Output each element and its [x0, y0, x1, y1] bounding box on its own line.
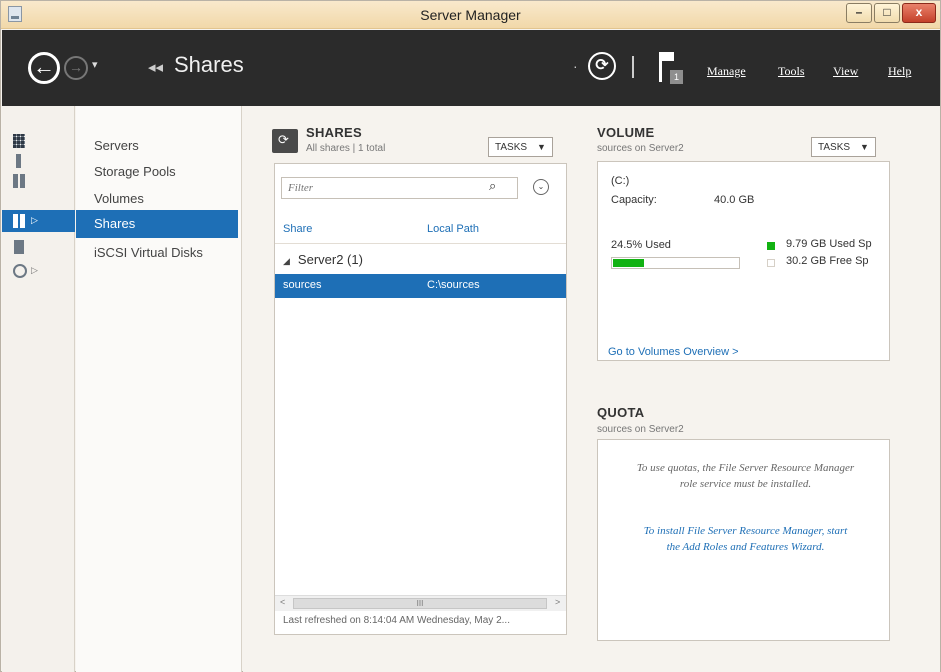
install-fsrm-link-line2[interactable]: the Add Roles and Features Wizard.	[613, 539, 878, 555]
expand-arrow-icon[interactable]: ▷	[31, 265, 38, 276]
subnav-item-servers[interactable]: Servers	[94, 138, 139, 153]
expand-arrow-icon: ▷	[31, 215, 38, 225]
menu-help[interactable]: Help	[888, 64, 911, 79]
header-dot: ·	[573, 58, 578, 74]
tasks-label: TASKS	[818, 142, 851, 153]
quota-subtitle: sources on Server2	[597, 424, 684, 435]
refresh-icon[interactable]: ⟳	[588, 52, 616, 80]
subnav-item-storage-pools[interactable]: Storage Pools	[94, 164, 176, 179]
history-dropdown-icon[interactable]: ▾	[92, 58, 98, 71]
used-space-legend: 9.79 GB Used Sp	[786, 238, 872, 250]
notifications-flag-icon[interactable]: 1	[656, 50, 686, 86]
tasks-dropdown-icon: ▼	[537, 142, 546, 152]
column-header-local-path[interactable]: Local Path	[427, 223, 479, 235]
share-cell: sources	[283, 279, 322, 291]
sub-navigation: Servers Storage Pools Volumes Shares iSC…	[76, 106, 242, 672]
header-separator	[632, 56, 634, 78]
quota-message-line1: To use quotas, the File Server Resource …	[636, 462, 855, 474]
dashboard-icon[interactable]	[13, 134, 25, 148]
free-space-legend: 30.2 GB Free Sp	[786, 255, 869, 267]
rail-selected-file-storage[interactable]: ▷	[2, 210, 75, 232]
usage-bar-fill	[613, 259, 644, 267]
volume-tasks-button[interactable]: TASKS ▼	[811, 137, 876, 157]
shares-subtitle: All shares | 1 total	[306, 143, 386, 154]
expand-options-icon[interactable]: ⌄	[533, 179, 549, 195]
back-arrow-icon[interactable]: ←	[28, 52, 60, 84]
maximize-button[interactable]: □	[874, 3, 900, 23]
menu-manage[interactable]: Manage	[707, 64, 746, 79]
close-button[interactable]: x	[902, 3, 936, 23]
breadcrumb-chevron-icon[interactable]: ◂◂	[148, 58, 163, 76]
search-icon[interactable]: ⌕	[489, 178, 496, 194]
install-fsrm-link-line1[interactable]: To install File Server Resource Manager,…	[613, 523, 878, 539]
breadcrumb: Shares	[174, 52, 244, 77]
scroll-thumb[interactable]: III	[293, 598, 547, 609]
last-refreshed-text: Last refreshed on 8:14:04 AM Wednesday, …	[283, 615, 510, 626]
horizontal-scrollbar[interactable]: < III >	[275, 595, 566, 611]
collapse-triangle-icon: ◢	[283, 256, 290, 266]
scroll-right-icon[interactable]: >	[555, 597, 560, 607]
navigation-rail: ▷ ▷	[2, 106, 75, 672]
all-servers-icon[interactable]	[13, 174, 25, 188]
header-bar: ← → ▾ ◂◂ Shares · ⟳ 1 Manage Tools View …	[2, 30, 940, 106]
free-space-legend-swatch	[767, 259, 775, 267]
capacity-label: Capacity:	[611, 194, 657, 206]
go-to-volumes-overview-link[interactable]: Go to Volumes Overview >	[608, 346, 739, 358]
quota-title: QUOTA	[597, 405, 645, 420]
volume-subtitle: sources on Server2	[597, 143, 684, 154]
quota-message-line2: role service must be installed.	[679, 478, 812, 490]
title-bar: Server Manager – □ x	[1, 1, 940, 29]
tasks-label: TASKS	[495, 142, 528, 153]
file-storage-icon	[13, 214, 25, 228]
local-server-icon[interactable]	[16, 154, 21, 168]
used-space-legend-swatch	[767, 242, 775, 250]
group-label: Server2 (1)	[297, 252, 363, 267]
shares-tile-icon	[272, 129, 298, 153]
minimize-button[interactable]: –	[846, 3, 872, 23]
drive-label: (C:)	[611, 175, 630, 187]
shares-panel	[274, 163, 567, 635]
usage-bar	[611, 257, 740, 269]
menu-tools[interactable]: Tools	[778, 64, 805, 79]
table-row[interactable]: sources C:\sources	[275, 274, 566, 298]
filter-input[interactable]	[281, 177, 518, 199]
window-title: Server Manager	[420, 7, 521, 23]
subnav-item-shares[interactable]: Shares	[76, 210, 238, 238]
header-divider	[275, 243, 566, 244]
iis-icon[interactable]	[14, 240, 24, 254]
column-header-share[interactable]: Share	[283, 223, 312, 235]
subnav-item-iscsi-virtual-disks[interactable]: iSCSI Virtual Disks	[94, 245, 203, 260]
tasks-dropdown-icon: ▼	[860, 142, 869, 152]
shares-tasks-button[interactable]: TASKS ▼	[488, 137, 553, 157]
menu-view[interactable]: View	[833, 64, 858, 79]
subnav-item-volumes[interactable]: Volumes	[94, 191, 144, 206]
local-path-cell: C:\sources	[427, 279, 480, 291]
volume-title: VOLUME	[597, 125, 655, 140]
subnav-item-label: Shares	[94, 216, 136, 231]
shares-title: SHARES	[306, 125, 362, 140]
group-row-server2[interactable]: ◢ Server2 (1)	[283, 252, 363, 267]
used-percent-label: 24.5% Used	[611, 239, 671, 251]
notification-count-badge: 1	[670, 70, 683, 84]
hyper-v-icon[interactable]	[13, 264, 27, 278]
server-manager-window: Server Manager – □ x ← → ▾ ◂◂ Shares · ⟳…	[0, 0, 941, 672]
capacity-value: 40.0 GB	[714, 194, 755, 206]
forward-arrow-icon[interactable]: →	[64, 56, 88, 80]
scroll-left-icon[interactable]: <	[280, 597, 285, 607]
